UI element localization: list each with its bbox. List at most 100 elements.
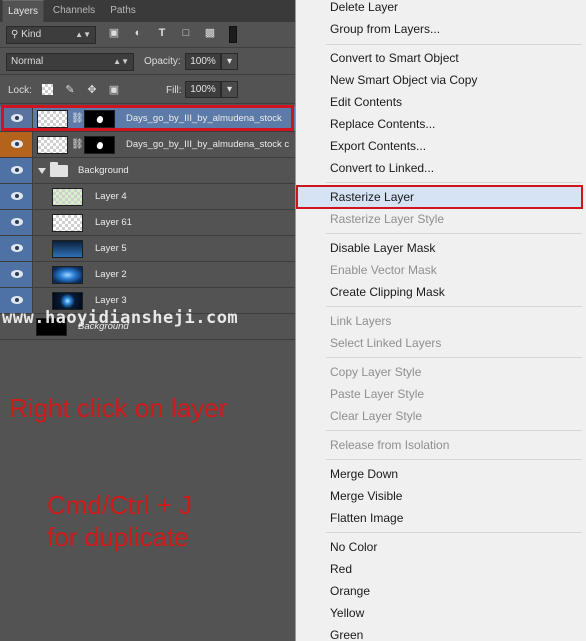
menu-merge-visible[interactable]: Merge Visible [330, 485, 402, 507]
layer-name: Days_go_by_III_by_almudena_stock [126, 113, 282, 124]
eye-icon [11, 270, 23, 278]
layer-row-layer-61[interactable]: Layer 61 [0, 210, 295, 236]
stepper-arrows-icon: ▲▼ [75, 30, 91, 39]
menu-rasterize-layer-style: Rasterize Layer Style [330, 212, 445, 226]
layer-row-layer-4[interactable]: Layer 4 [0, 184, 295, 210]
eye-icon [11, 192, 23, 200]
menu-separator [326, 430, 582, 431]
menu-separator [326, 182, 582, 183]
image-filter-icon[interactable]: ▣ [107, 27, 121, 39]
layer-name: Days_go_by_III_by_almudena_stock c [126, 139, 290, 150]
layer-thumbnail [37, 110, 68, 128]
tab-channels[interactable]: Channels [46, 0, 102, 22]
menu-flatten-image[interactable]: Flatten Image [330, 507, 403, 529]
annotation-duplicate-caption: for duplicate [47, 522, 189, 552]
layer-thumbnail [52, 214, 83, 232]
blend-opacity-bar: Normal ▲▼ Opacity: 100% ▾ [0, 48, 295, 75]
menu-create-clipping-mask[interactable]: Create Clipping Mask [330, 281, 445, 303]
menu-color-none[interactable]: No Color [330, 536, 377, 558]
menu-copy-layer-style: Copy Layer Style [330, 365, 422, 379]
menu-convert-to-linked[interactable]: Convert to Linked... [330, 157, 434, 179]
visibility-toggle[interactable] [0, 132, 33, 157]
layer-row-smart-object[interactable]: ⛓ Days_go_by_III_by_almudena_stock [0, 106, 295, 132]
menu-export-contents[interactable]: Export Contents... [330, 135, 426, 157]
fill-input[interactable]: 100% [185, 81, 221, 98]
shape-filter-icon[interactable]: □ [179, 27, 193, 39]
eye-icon [11, 166, 23, 174]
menu-group-from-layers[interactable]: Group from Layers... [330, 18, 440, 40]
layer-thumbnail [52, 240, 83, 258]
tab-paths[interactable]: Paths [104, 0, 142, 22]
chevron-down-icon: ▾ [226, 84, 233, 95]
search-icon: ⚲ [11, 29, 19, 40]
lock-transparent-icon[interactable] [42, 84, 53, 95]
layer-context-menu: Delete Layer Group from Layers... Conver… [295, 0, 586, 641]
lock-position-icon[interactable]: ✥ [85, 84, 99, 96]
eye-icon [11, 218, 23, 226]
eye-icon [11, 244, 23, 252]
annotation-duplicate-shortcut: Cmd/Ctrl + J [47, 490, 193, 520]
layer-mask-thumbnail[interactable] [84, 110, 115, 128]
menu-merge-down[interactable]: Merge Down [330, 463, 398, 485]
tab-layers[interactable]: Layers [2, 0, 44, 22]
menu-new-smart-object-via-copy[interactable]: New Smart Object via Copy [330, 69, 477, 91]
layer-thumbnail [37, 136, 68, 154]
visibility-toggle[interactable] [0, 184, 33, 209]
menu-replace-contents[interactable]: Replace Contents... [330, 113, 435, 135]
blend-mode-select[interactable]: Normal ▲▼ [6, 53, 134, 71]
type-filter-icon[interactable]: T [155, 27, 169, 39]
layer-name: Layer 4 [95, 191, 127, 202]
adjustment-filter-icon[interactable]: ◐ [131, 27, 145, 39]
fill-label: Fill: [166, 85, 182, 96]
menu-disable-layer-mask[interactable]: Disable Layer Mask [330, 237, 435, 259]
layer-row-layer-5[interactable]: Layer 5 [0, 236, 295, 262]
menu-release-from-isolation: Release from Isolation [330, 438, 450, 452]
filter-kind-select[interactable]: ⚲ Kind ▲▼ [6, 26, 96, 44]
panel-tab-bar: Layers Channels Paths [0, 0, 295, 22]
menu-link-layers: Link Layers [330, 314, 392, 328]
layer-name: Layer 2 [95, 269, 127, 280]
layer-thumbnail [52, 266, 83, 284]
fill-dropdown-button[interactable]: ▾ [221, 81, 238, 98]
menu-delete-layer[interactable]: Delete Layer [330, 0, 398, 18]
menu-paste-layer-style: Paste Layer Style [330, 387, 425, 401]
menu-edit-contents[interactable]: Edit Contents [330, 91, 402, 113]
visibility-toggle[interactable] [0, 158, 33, 183]
lock-fill-bar: Lock: ✎ ✥ ▣ Fill: 100% ▾ [0, 75, 295, 104]
eye-icon [11, 296, 23, 304]
menu-color-yellow[interactable]: Yellow [330, 602, 364, 624]
blend-mode-value: Normal [11, 56, 44, 67]
smart-object-filter-icon[interactable]: ▩ [203, 27, 217, 39]
menu-color-orange[interactable]: Orange [330, 580, 370, 602]
opacity-label: Opacity: [144, 56, 181, 67]
lock-paint-icon[interactable]: ✎ [63, 84, 77, 96]
menu-convert-to-smart-object[interactable]: Convert to Smart Object [330, 47, 459, 69]
visibility-toggle[interactable] [0, 106, 33, 131]
visibility-toggle[interactable] [0, 236, 33, 261]
link-chain-icon: ⛓ [71, 139, 84, 150]
visibility-toggle[interactable] [0, 262, 33, 287]
menu-rasterize-layer[interactable]: Rasterize Layer [330, 186, 414, 208]
layer-name: Background [78, 165, 129, 176]
menu-separator [326, 532, 582, 533]
lock-all-icon[interactable]: ▣ [107, 84, 121, 96]
layer-mask-thumbnail[interactable] [84, 136, 115, 154]
layer-row-layer-2[interactable]: Layer 2 [0, 262, 295, 288]
menu-color-green[interactable]: Green [330, 624, 363, 641]
layer-group-background[interactable]: Background [0, 158, 295, 184]
layer-row-smart-object-copy[interactable]: ⛓ Days_go_by_III_by_almudena_stock c [0, 132, 295, 158]
menu-separator [326, 459, 582, 460]
chevron-down-icon: ▾ [226, 56, 233, 67]
opacity-dropdown-button[interactable]: ▾ [221, 53, 238, 70]
opacity-input[interactable]: 100% [185, 53, 221, 70]
menu-color-red[interactable]: Red [330, 558, 352, 580]
link-chain-icon: ⛓ [71, 113, 84, 124]
eye-icon [11, 140, 23, 148]
visibility-toggle[interactable] [0, 210, 33, 235]
filter-toggle-switch[interactable] [229, 26, 237, 43]
menu-separator [326, 306, 582, 307]
expand-arrow-icon[interactable] [38, 168, 46, 174]
annotation-right-click: Right click on layer [9, 393, 228, 423]
layer-thumbnail [52, 188, 83, 206]
watermark-text: www.haoyidiansheji.com [2, 308, 239, 328]
